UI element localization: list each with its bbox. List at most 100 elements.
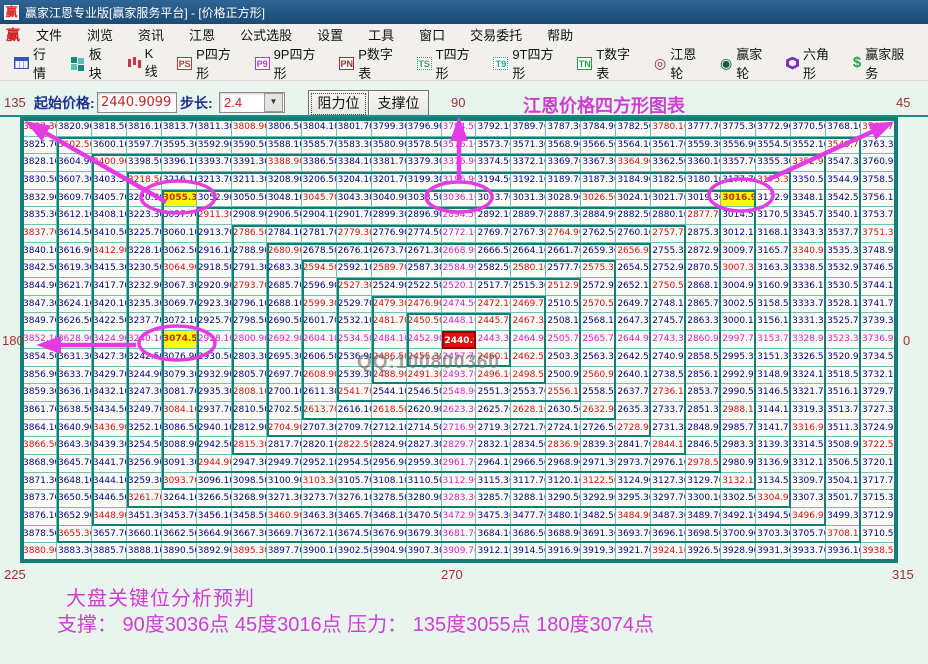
toolbar-sectors-button[interactable]: 板块	[70, 44, 115, 82]
toolbar-9t-square-button[interactable]: T99T四方形	[493, 44, 566, 82]
grid-cell: 3120.10	[546, 473, 581, 491]
menu-item[interactable]: 浏览	[81, 27, 119, 44]
grid-cell: 2724.10	[546, 420, 581, 438]
menu-item[interactable]: 文件	[30, 27, 68, 44]
grid-cell: 2479.30	[372, 296, 407, 314]
grid-cell: 3705.70	[791, 526, 826, 544]
grid-cell: 2800.90	[232, 331, 267, 349]
toolbar-p-table-button[interactable]: PNP数字表	[339, 44, 405, 82]
grid-cell: 2911.30	[197, 207, 232, 225]
grid-cell: 2575.30	[581, 260, 616, 278]
grid-cell: 2736.10	[651, 384, 686, 402]
grid-cell: 2697.70	[267, 367, 302, 385]
toolbar-9p-square-button[interactable]: P99P四方形	[255, 44, 329, 82]
toolbar-kline-button[interactable]: K线	[126, 46, 167, 80]
menu-item[interactable]: 帮助	[541, 27, 579, 44]
grid-cell: 2558.50	[581, 384, 616, 402]
toolbar-p-square-button[interactable]: PSP四方形	[177, 44, 243, 82]
grid-cell: 3355.30	[756, 154, 791, 172]
grid-cell: 2743.30	[651, 331, 686, 349]
grid-cell: 2764.90	[546, 225, 581, 243]
gann-price-square-grid: 3823.303820.903818.503816.103813.703811.…	[20, 117, 898, 563]
grid-cell: 3132.10	[721, 473, 756, 491]
grid-cell: 3717.70	[861, 473, 896, 491]
grid-cell: 2498.50	[511, 367, 546, 385]
grid-cell: 3487.30	[651, 508, 686, 526]
analysis-title: 大盘关键位分析预判	[66, 582, 255, 611]
chevron-down-icon[interactable]: ▼	[264, 93, 283, 112]
grid-cell: 3417.70	[92, 278, 127, 296]
grid-cell: 2496.10	[476, 367, 511, 385]
toolbar-quotes-button[interactable]: 行情	[14, 44, 59, 82]
grid-cell: 2916.10	[197, 243, 232, 261]
grid-cell: 3544.90	[826, 172, 861, 190]
grid-cell: 2976.10	[651, 455, 686, 473]
toolbar-hexagon-button[interactable]: 六角形	[786, 44, 842, 82]
grid-cell: 2952.10	[302, 455, 337, 473]
resistance-button[interactable]: 阻力位	[308, 90, 369, 118]
grid-cell: 3561.70	[651, 137, 686, 155]
grid-cell: 3844.90	[22, 278, 57, 296]
grid-cell: 2491.30	[407, 367, 442, 385]
grid-cell: 2906.50	[267, 207, 302, 225]
grid-cell: 2606.50	[302, 349, 337, 367]
grid-cell: 3669.70	[267, 526, 302, 544]
grid-cell: 2688.10	[267, 296, 302, 314]
menu-item[interactable]: 工具	[362, 27, 400, 44]
menu-item[interactable]: 设置	[311, 27, 349, 44]
grid-cell: 3117.70	[511, 473, 546, 491]
grid-cell: 3751.30	[861, 225, 896, 243]
toolbar-t-square-button[interactable]: TST四方形	[417, 44, 483, 82]
grid-cell: 2728.90	[616, 420, 651, 438]
grid-cell: 2544.10	[372, 384, 407, 402]
grid-cell: 2868.10	[686, 278, 721, 296]
grid-cell: 3391.30	[232, 154, 267, 172]
grid-cell: 2604.10	[302, 331, 337, 349]
grid-cell: 2731.30	[651, 420, 686, 438]
grid-cell: 2635.30	[616, 402, 651, 420]
menu-item[interactable]: 资讯	[132, 27, 170, 44]
menu-item[interactable]: 公式选股	[234, 27, 298, 44]
grid-cell: 3530.50	[826, 278, 861, 296]
support-button[interactable]: 支撑位	[368, 90, 429, 118]
grid-cell: 3441.70	[92, 455, 127, 473]
step-select[interactable]: 2.4 ▼	[219, 92, 285, 113]
grid-cell: 3189.70	[546, 172, 581, 190]
blocks-icon	[70, 56, 85, 70]
grid-cell: 3703.30	[756, 526, 791, 544]
app-logo-icon: 赢	[4, 5, 19, 20]
menu-item[interactable]: 窗口	[413, 27, 451, 44]
grid-cell: 3904.90	[372, 543, 407, 561]
grid-cell: 3045.70	[302, 190, 337, 208]
toolbar-t-table-button[interactable]: TNT数字表	[577, 44, 643, 82]
grid-cell: 3110.50	[407, 473, 442, 491]
grid-cell: 2892.10	[476, 207, 511, 225]
menu-item[interactable]: 交易委托	[464, 27, 528, 44]
toolbar: 行情板块 K线 PSP四方形 P99P四方形 PNP数字表 TST四方形 T99T四方形 TN…	[0, 46, 928, 81]
grid-cell: 2988.10	[721, 402, 756, 420]
menu-item[interactable]: 江恩	[183, 27, 221, 44]
grid-cell: 2971.30	[581, 455, 616, 473]
grid-cell: 2644.90	[616, 331, 651, 349]
toolbar-winner-wheel-button[interactable]: ◉赢家轮	[720, 44, 775, 82]
grid-cell: 3180.10	[686, 172, 721, 190]
grid-cell: 3084.10	[162, 402, 197, 420]
grid-cell: 3184.90	[616, 172, 651, 190]
grid-cell: 3897.70	[267, 543, 302, 561]
grid-cell: 3206.50	[302, 172, 337, 190]
toolbar-gann-wheel-button[interactable]: ◎江恩轮	[654, 44, 709, 82]
grid-cell: 3074.50	[162, 331, 197, 349]
toolbar-label: 江恩轮	[670, 44, 709, 82]
grid-cell: 2808.10	[232, 384, 267, 402]
grid-cell: 2594.50	[302, 260, 337, 278]
grid-cell: 3460.90	[267, 508, 302, 526]
grid-cell: 3681.70	[442, 526, 477, 544]
grid-cell: 2848.90	[686, 420, 721, 438]
grid-cell: 3482.50	[581, 508, 616, 526]
start-price-input[interactable]	[97, 92, 177, 113]
grid-cell: 3566.50	[581, 137, 616, 155]
toolbar-winner-service-button[interactable]: $赢家服务	[853, 44, 917, 82]
grid-cell: 3352.90	[791, 154, 826, 172]
grid-cell: 3249.70	[127, 402, 162, 420]
grid-cell: 2812.90	[232, 420, 267, 438]
